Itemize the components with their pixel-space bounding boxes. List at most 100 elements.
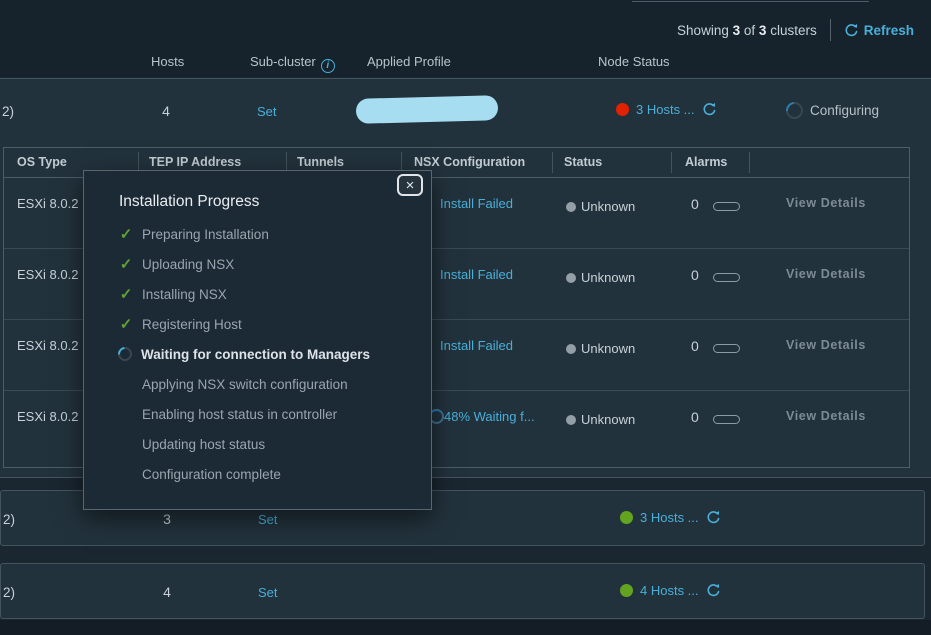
step-done: ✓ Registering Host bbox=[84, 309, 431, 339]
refresh-status-icon[interactable] bbox=[706, 510, 721, 525]
header-separator bbox=[671, 152, 672, 173]
header-alarms: Alarms bbox=[685, 155, 727, 169]
status-cell: Unknown bbox=[566, 199, 635, 214]
status-text: Unknown bbox=[581, 412, 635, 427]
alarms-capsule-icon bbox=[713, 415, 740, 424]
header-os-type: OS Type bbox=[17, 155, 67, 169]
step-label: Waiting for connection to Managers bbox=[141, 347, 370, 362]
nsx-config-text: 48% Waiting f... bbox=[444, 409, 535, 424]
popup-steps: ✓Preparing Installation ✓Uploading NSX ✓… bbox=[84, 219, 431, 489]
total-count: 3 bbox=[759, 23, 767, 38]
status-dot-green bbox=[620, 511, 633, 524]
configuring-label: Configuring bbox=[810, 103, 879, 118]
view-details-button[interactable]: View Details bbox=[786, 409, 866, 423]
configuring-state: Configuring bbox=[786, 102, 879, 119]
check-icon: ✓ bbox=[117, 225, 135, 243]
header-tep-ip: TEP IP Address bbox=[149, 155, 241, 169]
step-icon-empty bbox=[117, 405, 135, 423]
step-pending: Configuration complete bbox=[84, 459, 431, 489]
cluster-hosts-count: 3 bbox=[152, 511, 182, 527]
node-status-link[interactable]: 4 Hosts ... bbox=[640, 583, 699, 598]
os-type: ESXi 8.0.2 bbox=[17, 267, 78, 282]
status-dot-gray bbox=[566, 415, 576, 425]
node-status-link[interactable]: 3 Hosts ... bbox=[636, 102, 695, 117]
step-label: Preparing Installation bbox=[142, 227, 269, 242]
status-cell: Unknown bbox=[566, 270, 635, 285]
refresh-label: Refresh bbox=[864, 23, 914, 38]
cluster-hosts-count: 4 bbox=[151, 103, 181, 119]
status-text: Unknown bbox=[581, 270, 635, 285]
node-status-link[interactable]: 3 Hosts ... bbox=[640, 510, 699, 525]
os-type: ESXi 8.0.2 bbox=[17, 196, 78, 211]
top-divider bbox=[632, 1, 869, 2]
column-sub-cluster: Sub-cluster i bbox=[250, 54, 335, 73]
nsx-config-progress-link[interactable]: 48% Waiting f... bbox=[444, 409, 535, 424]
step-label: Registering Host bbox=[142, 317, 242, 332]
sub-cluster-set-link[interactable]: Set bbox=[258, 585, 278, 600]
step-label: Configuration complete bbox=[142, 467, 281, 482]
popup-title: Installation Progress bbox=[119, 193, 259, 211]
step-icon-empty bbox=[117, 465, 135, 483]
status-cell: Unknown bbox=[566, 341, 635, 356]
header-tunnels: Tunnels bbox=[297, 155, 344, 169]
refresh-status-icon[interactable] bbox=[706, 583, 721, 598]
status-dot-gray bbox=[566, 344, 576, 354]
status-dot-gray bbox=[566, 273, 576, 283]
cluster-name: 2) bbox=[3, 512, 15, 527]
step-label: Applying NSX switch configuration bbox=[142, 377, 348, 392]
node-status-cell[interactable]: 4 Hosts ... bbox=[620, 583, 721, 598]
alarms-count: 0 bbox=[691, 196, 699, 212]
status-dot-gray bbox=[566, 202, 576, 212]
status-cell: Unknown bbox=[566, 412, 635, 427]
step-pending: Updating host status bbox=[84, 429, 431, 459]
installation-progress-popup: × Installation Progress ✓ Preparing Insta… bbox=[83, 170, 432, 510]
sub-cluster-set-link[interactable]: Set bbox=[258, 512, 278, 527]
check-icon: ✓ bbox=[117, 285, 135, 303]
alarms-count: 0 bbox=[691, 338, 699, 354]
info-icon[interactable]: i bbox=[321, 59, 335, 73]
step-done: ✓ Preparing Installation bbox=[84, 219, 431, 249]
spinner-icon bbox=[115, 344, 135, 364]
os-type: ESXi 8.0.2 bbox=[17, 409, 78, 424]
alarms-count: 0 bbox=[691, 409, 699, 425]
nsx-config-link[interactable]: Install Failed bbox=[440, 267, 513, 282]
node-status-cell[interactable]: 3 Hosts ... bbox=[620, 510, 721, 525]
nsx-host-transport-nodes-page: Showing 3 of 3 clusters Refresh Hosts Su… bbox=[0, 0, 931, 635]
nsx-config-link[interactable]: Install Failed bbox=[440, 196, 513, 211]
os-type: ESXi 8.0.2 bbox=[17, 338, 78, 353]
check-icon: ✓ bbox=[117, 315, 135, 333]
refresh-status-icon[interactable] bbox=[702, 102, 717, 117]
toolbar: Showing 3 of 3 clusters Refresh bbox=[677, 19, 914, 41]
view-details-button[interactable]: View Details bbox=[786, 267, 866, 281]
view-details-button[interactable]: View Details bbox=[786, 338, 866, 352]
status-text: Unknown bbox=[581, 341, 635, 356]
showing-count-text: Showing 3 of 3 clusters bbox=[677, 23, 817, 38]
configuring-spinner-icon bbox=[783, 99, 807, 123]
step-done: ✓Uploading NSX bbox=[84, 249, 431, 279]
alarms-capsule-icon bbox=[713, 344, 740, 353]
sub-cluster-label: Sub-cluster bbox=[250, 54, 316, 69]
view-details-button[interactable]: View Details bbox=[786, 196, 866, 210]
applied-profile-redacted bbox=[356, 95, 499, 124]
status-text: Unknown bbox=[581, 199, 635, 214]
cluster-name: 2) bbox=[3, 585, 15, 600]
step-label: Uploading NSX bbox=[142, 257, 234, 272]
step-icon-empty bbox=[117, 375, 135, 393]
column-node-status: Node Status bbox=[598, 54, 670, 69]
alarms-capsule-icon bbox=[713, 273, 740, 282]
cluster-card-collapsed[interactable]: 2) 4 Set 4 Hosts ... bbox=[0, 563, 925, 619]
step-label: Enabling host status in controller bbox=[142, 407, 337, 422]
refresh-button[interactable]: Refresh bbox=[844, 23, 914, 38]
step-label: Updating host status bbox=[142, 437, 265, 452]
step-icon-empty bbox=[117, 435, 135, 453]
refresh-icon bbox=[844, 23, 859, 38]
of-word: of bbox=[744, 23, 755, 38]
step-active: Waiting for connection to Managers bbox=[84, 339, 431, 369]
close-icon[interactable]: × bbox=[397, 174, 423, 196]
node-status-cell[interactable]: 3 Hosts ... bbox=[616, 102, 717, 117]
nsx-config-link[interactable]: Install Failed bbox=[440, 338, 513, 353]
sub-cluster-set-link[interactable]: Set bbox=[257, 104, 277, 119]
column-applied-profile: Applied Profile bbox=[367, 54, 451, 69]
toolbar-divider bbox=[830, 19, 831, 41]
cluster-hosts-count: 4 bbox=[152, 584, 182, 600]
